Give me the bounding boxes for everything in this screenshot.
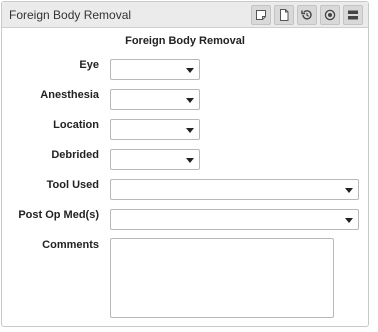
foreign-body-removal-panel: Foreign Body Removal Foreign Body Remova… (1, 1, 369, 327)
location-select[interactable] (110, 119, 200, 140)
history-icon (301, 9, 313, 21)
eye-label: Eye (79, 59, 99, 71)
debrided-label: Debrided (51, 149, 99, 161)
comments-label: Comments (42, 239, 99, 251)
debrided-select[interactable] (110, 149, 200, 170)
chevron-down-icon (186, 68, 194, 73)
document-icon (278, 9, 290, 21)
chevron-down-icon (186, 98, 194, 103)
anesthesia-select[interactable] (110, 89, 200, 110)
post-op-meds-select[interactable] (110, 209, 359, 230)
comments-textarea[interactable] (110, 238, 334, 318)
collapse-button[interactable] (343, 5, 363, 25)
note-button[interactable] (251, 5, 271, 25)
form-title: Foreign Body Removal (125, 35, 245, 47)
document-button[interactable] (274, 5, 294, 25)
post-op-meds-label: Post Op Med(s) (18, 209, 99, 221)
location-label: Location (53, 119, 99, 131)
target-icon (324, 9, 336, 21)
collapse-icon (347, 9, 359, 21)
history-button[interactable] (297, 5, 317, 25)
chevron-down-icon (345, 218, 353, 223)
panel-title: Foreign Body Removal (9, 8, 132, 22)
panel-header: Foreign Body Removal (2, 2, 368, 28)
anesthesia-label: Anesthesia (40, 89, 99, 101)
tool-used-select[interactable] (110, 179, 359, 200)
chevron-down-icon (186, 158, 194, 163)
chevron-down-icon (345, 188, 353, 193)
eye-select[interactable] (110, 59, 200, 80)
target-button[interactable] (320, 5, 340, 25)
note-icon (255, 9, 267, 21)
tool-used-label: Tool Used (46, 179, 99, 191)
chevron-down-icon (186, 128, 194, 133)
